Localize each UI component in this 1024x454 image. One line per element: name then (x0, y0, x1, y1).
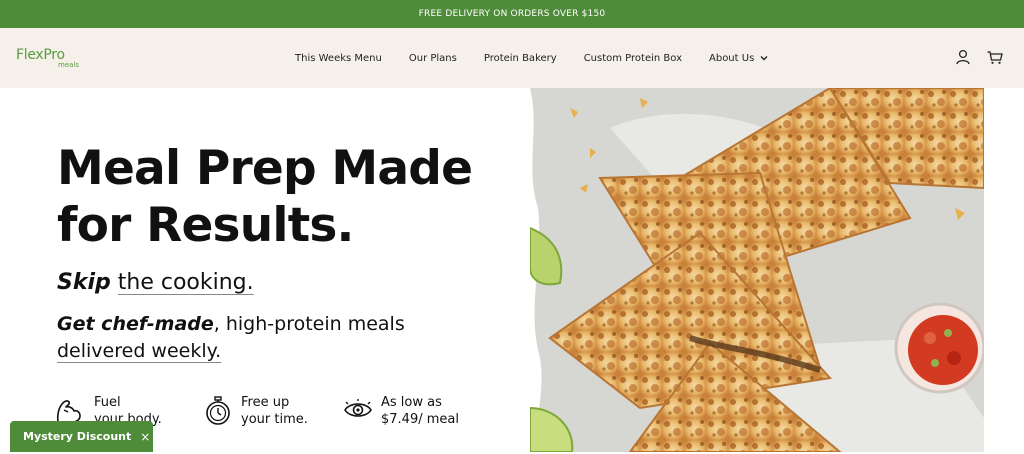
nav-label: Custom Protein Box (583, 52, 682, 64)
logo-wordmark: FlexPro (16, 47, 65, 63)
promo-text: FREE DELIVERY ON ORDERS OVER $150 (418, 9, 606, 19)
logo-subtext: meals (58, 61, 80, 69)
subtagline-text: , high-protein meals (213, 313, 405, 335)
account-icon[interactable] (954, 48, 972, 66)
nav-item-about-us[interactable]: About Us (709, 53, 769, 64)
nav-label: About Us (709, 52, 755, 64)
mystery-discount-label: Mystery Discount (23, 430, 132, 443)
nav-item-protein-bakery[interactable]: Protein Bakery (484, 53, 557, 64)
tagline-emphasis: Skip (57, 270, 111, 295)
nav-item-this-weeks-menu[interactable]: This Weeks Menu (295, 53, 382, 64)
nav-item-our-plans[interactable]: Our Plans (409, 53, 457, 64)
stopwatch-icon (206, 396, 230, 425)
eye-icon (344, 399, 372, 417)
header-actions (954, 48, 1004, 66)
feature-line: Free up (241, 395, 290, 410)
hero-title: Meal Prep Made for Results. (57, 141, 473, 253)
subtagline-underline: delivered weekly. (57, 340, 222, 362)
site-header: FlexPro meals This Weeks Menu Our Plans … (0, 28, 1024, 88)
hero-tagline: Skip the cooking. (57, 270, 254, 295)
promo-bar: FREE DELIVERY ON ORDERS OVER $150 (0, 0, 1024, 28)
cart-icon[interactable] (986, 48, 1004, 66)
nav-label: Our Plans (408, 52, 457, 64)
feature-line: $7.49/ meal (381, 412, 459, 427)
feature-text: Free up your time. (241, 394, 308, 428)
page-gutter (984, 88, 1024, 452)
feature-line: As low as (381, 395, 442, 410)
chevron-down-icon (760, 56, 768, 61)
mystery-discount-button[interactable]: Mystery Discount × (10, 421, 153, 452)
hero-section: Meal Prep Made for Results. Skip the coo… (0, 88, 530, 452)
hero-image (530, 88, 984, 452)
nav-label: Protein Bakery (483, 52, 557, 64)
main-nav: This Weeks Menu Our Plans Protein Bakery… (295, 28, 796, 88)
subtagline-emphasis: Get chef-made (57, 313, 214, 335)
hero-subtagline: Get chef-made, high-protein meals delive… (57, 311, 477, 365)
feature-line: Fuel (94, 395, 121, 410)
feature-line: your time. (241, 412, 308, 427)
nav-label: This Weeks Menu (295, 52, 382, 64)
flexpro-logo[interactable]: FlexPro meals (16, 47, 80, 72)
nav-item-custom-protein-box[interactable]: Custom Protein Box (584, 53, 682, 64)
tagline-text: the cooking. (117, 270, 254, 295)
quesadilla-photo (530, 88, 984, 452)
feature-text: As low as $7.49/ meal (381, 394, 459, 428)
feature-time: Free up your time. (203, 394, 308, 428)
close-icon[interactable]: × (140, 430, 150, 444)
feature-price: As low as $7.49/ meal (343, 394, 459, 428)
